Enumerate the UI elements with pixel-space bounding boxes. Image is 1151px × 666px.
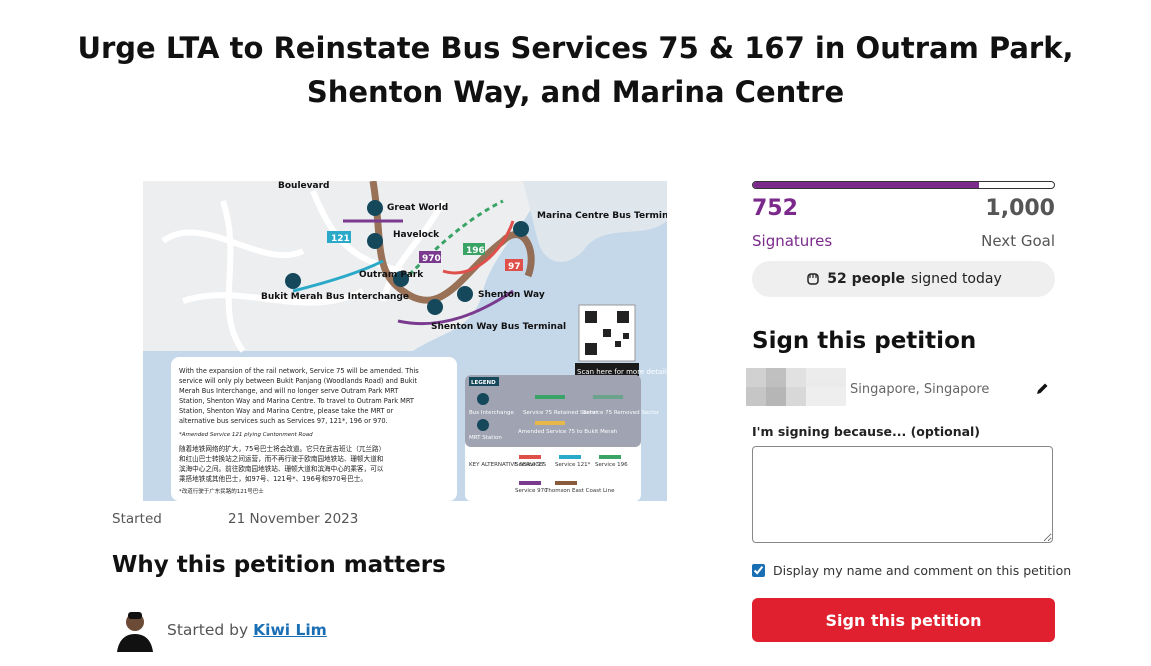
notice-en-line: Station, Shenton Way and Marina Centre. … [179,397,415,405]
notice-zh-footnote: *改道行驶于广东民路的121号巴士 [179,487,264,495]
pencil-icon[interactable] [1034,381,1050,397]
author-avatar [117,612,153,652]
sign-heading: Sign this petition [752,328,977,354]
legend-bus-interchange: Bus Interchange [469,410,515,416]
map-label-marina-centre: Marina Centre Bus Terminal [537,211,667,221]
signer-location: Singapore, Singapore [850,382,990,397]
sign-petition-button[interactable]: Sign this petition [752,598,1055,642]
badge-970-text: 970 [422,254,441,264]
map-label-outram-park: Outram Park [359,270,424,280]
legend-removed: Service 75 Removed Sector [583,410,660,416]
badge-97-text: 97 [508,262,521,272]
legend-title: LEGEND [471,380,496,386]
legend-mrt: MRT Station [469,435,502,441]
map-label-shenton-terminal: Shenton Way Bus Terminal [431,322,566,332]
map-label-havelock: Havelock [393,230,440,240]
signed-today-suffix: signed today [911,271,1002,287]
display-name-checkbox[interactable] [752,564,765,577]
notice-en-line: alternative bus services such as Service… [179,417,388,425]
legend-97-line [519,455,541,459]
legend-svc121: Service 121* [555,462,591,468]
author-link[interactable]: Kiwi Lim [253,621,327,639]
reason-textarea[interactable] [752,446,1053,543]
started-by: Started by Kiwi Lim [167,621,327,639]
map-label-great-world: Great World [387,203,448,213]
legend-121-line [559,455,581,459]
map-label-bukit-merah: Bukit Merah Bus Interchange [261,292,409,302]
notice-zh-line: 滨海中心之间。前往欧南园地铁站、珊顿大道和滨海中心的乘客，可以 [179,464,384,473]
signed-today-count: 52 people [827,271,906,287]
notice-zh-line: 乘搭地铁或其他巴士，如97号、121号*、196号和970号巴士。 [179,474,367,483]
signature-count: 752 [752,196,798,221]
legend-196-line [599,455,621,459]
started-label: Started [112,511,162,527]
qr-caption: Scan here for more details [577,368,667,376]
legend-mrt-icon [477,419,489,431]
fist-icon [807,273,819,285]
signature-label: Signatures [752,232,833,250]
legend-amended-line [535,421,565,425]
legend-tel-line [555,481,577,485]
signature-progress-bar [752,181,1055,189]
notice-footnote: *Amended Service 121 plying Cantonment R… [179,432,313,438]
legend-svc970: Service 970 [515,488,548,494]
notice-en-line: Merah Bus Interchange, and will no longe… [179,387,399,395]
blurred-user-name [746,368,846,406]
display-name-label: Display my name and comment on this peti… [773,563,1072,578]
legend-retained-line [535,395,565,399]
notice-en-line: Station, Shenton Way and Marina Centre, … [179,407,394,415]
legend-bus-icon [477,393,489,405]
map-label-shenton-way: Shenton Way [478,290,545,300]
petition-title: Urge LTA to Reinstate Bus Services 75 & … [77,31,1074,109]
notice-en-line: service will only ply between Bukit Panj… [179,377,417,385]
badge-121-text: 121 [331,234,350,244]
badge-196-text: 196 [466,246,485,256]
notice-zh-line: 和红山巴士转换站之间运营，而不再行驶于欧南园地铁站、珊顿大道和 [179,454,383,463]
route-map: Boulevard Great World Havelock Outram Pa… [143,181,667,501]
map-label-boulevard: Boulevard [278,181,329,191]
started-by-label: Started by [167,621,249,639]
signed-today-pill: 52 people signed today [752,261,1055,297]
legend-removed-line [593,395,623,399]
started-date: 21 November 2023 [228,511,359,527]
reason-label: I'm signing because... (optional) [752,424,981,439]
notice-zh-line: 随着地铁网络的扩大，75号巴士将会改道。它只在武吉班让（兀兰路） [179,444,385,453]
goal-label: Next Goal [981,232,1055,250]
legend-amended: Amended Service 75 to Bukit Merah [518,429,618,435]
legend-svc196: Service 196 [595,462,628,468]
legend-tel: Thomson East Coast Line [544,488,615,494]
legend-svc97: Service 97 [515,462,545,468]
display-name-option[interactable]: Display my name and comment on this peti… [752,563,1071,578]
goal-count: 1,000 [985,196,1055,221]
signature-progress-fill [753,182,980,188]
hero-map-image: Boulevard Great World Havelock Outram Pa… [143,181,667,501]
notice-en-line: With the expansion of the rail network, … [179,367,419,375]
why-heading: Why this petition matters [112,552,446,578]
legend-970-line [519,481,541,485]
